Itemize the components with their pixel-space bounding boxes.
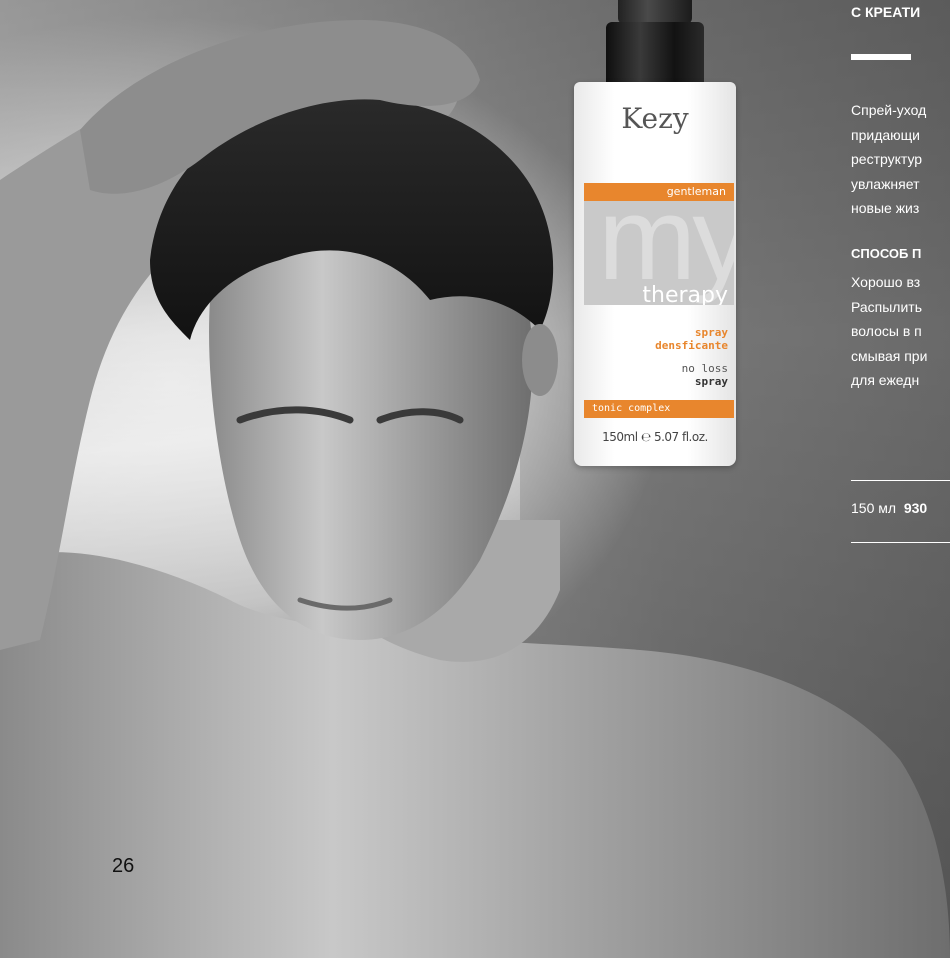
bottle-cap	[618, 0, 692, 24]
model-photo	[0, 0, 950, 958]
product-bottle: Kezy gentleman my therapy spray densfica…	[574, 0, 736, 466]
product-spray-line2: densficante	[655, 339, 728, 352]
usage-line: волосы в п	[851, 323, 922, 340]
model-silhouette	[0, 20, 950, 958]
text-column: С КРЕАТИ Спрей-уход придающи реструктур …	[851, 0, 950, 958]
usage-paragraph: Хорошо вз Распылить волосы в п смывая пр…	[851, 270, 927, 393]
price-divider-top	[851, 480, 950, 481]
price-amount: 930	[903, 500, 928, 516]
product-line-band: gentleman	[584, 183, 734, 201]
description-line: придающи	[851, 126, 920, 143]
price-row: 150 мл 930	[851, 500, 927, 516]
bottle-body: Kezy gentleman my therapy spray densfica…	[574, 82, 736, 466]
price-divider-bottom	[851, 542, 950, 543]
description-line: реструктур	[851, 151, 923, 168]
product-volume: 150ml ℮ 5.07 fl.oz.	[602, 430, 708, 444]
product-brand: Kezy	[621, 102, 689, 135]
product-spray-line1: spray	[694, 326, 728, 339]
usage-heading: СПОСОБ П	[851, 246, 922, 261]
description-line: увлажняет	[851, 175, 920, 192]
price-volume: 150 мл	[851, 500, 897, 516]
heading-underline	[851, 54, 911, 60]
product-claim-line1: no loss	[681, 362, 728, 375]
product-logo-panel: my therapy	[584, 201, 734, 305]
usage-line: для ежедн	[851, 372, 920, 389]
description-line: новые жиз	[851, 200, 920, 217]
bottle-neck	[606, 22, 704, 86]
description-line: Спрей-уход	[851, 102, 927, 118]
usage-line: Распылить	[851, 298, 922, 315]
section-heading: С КРЕАТИ	[851, 4, 921, 20]
usage-line: Хорошо вз	[851, 274, 921, 290]
page-number: 26	[112, 855, 135, 877]
usage-line: смывая при	[851, 347, 928, 364]
product-logo-word2: therapy	[642, 283, 728, 305]
description-paragraph: Спрей-уход придающи реструктур увлажняет…	[851, 98, 926, 221]
product-claim-line2: spray	[694, 375, 728, 388]
product-complex-band: tonic complex	[584, 400, 734, 418]
